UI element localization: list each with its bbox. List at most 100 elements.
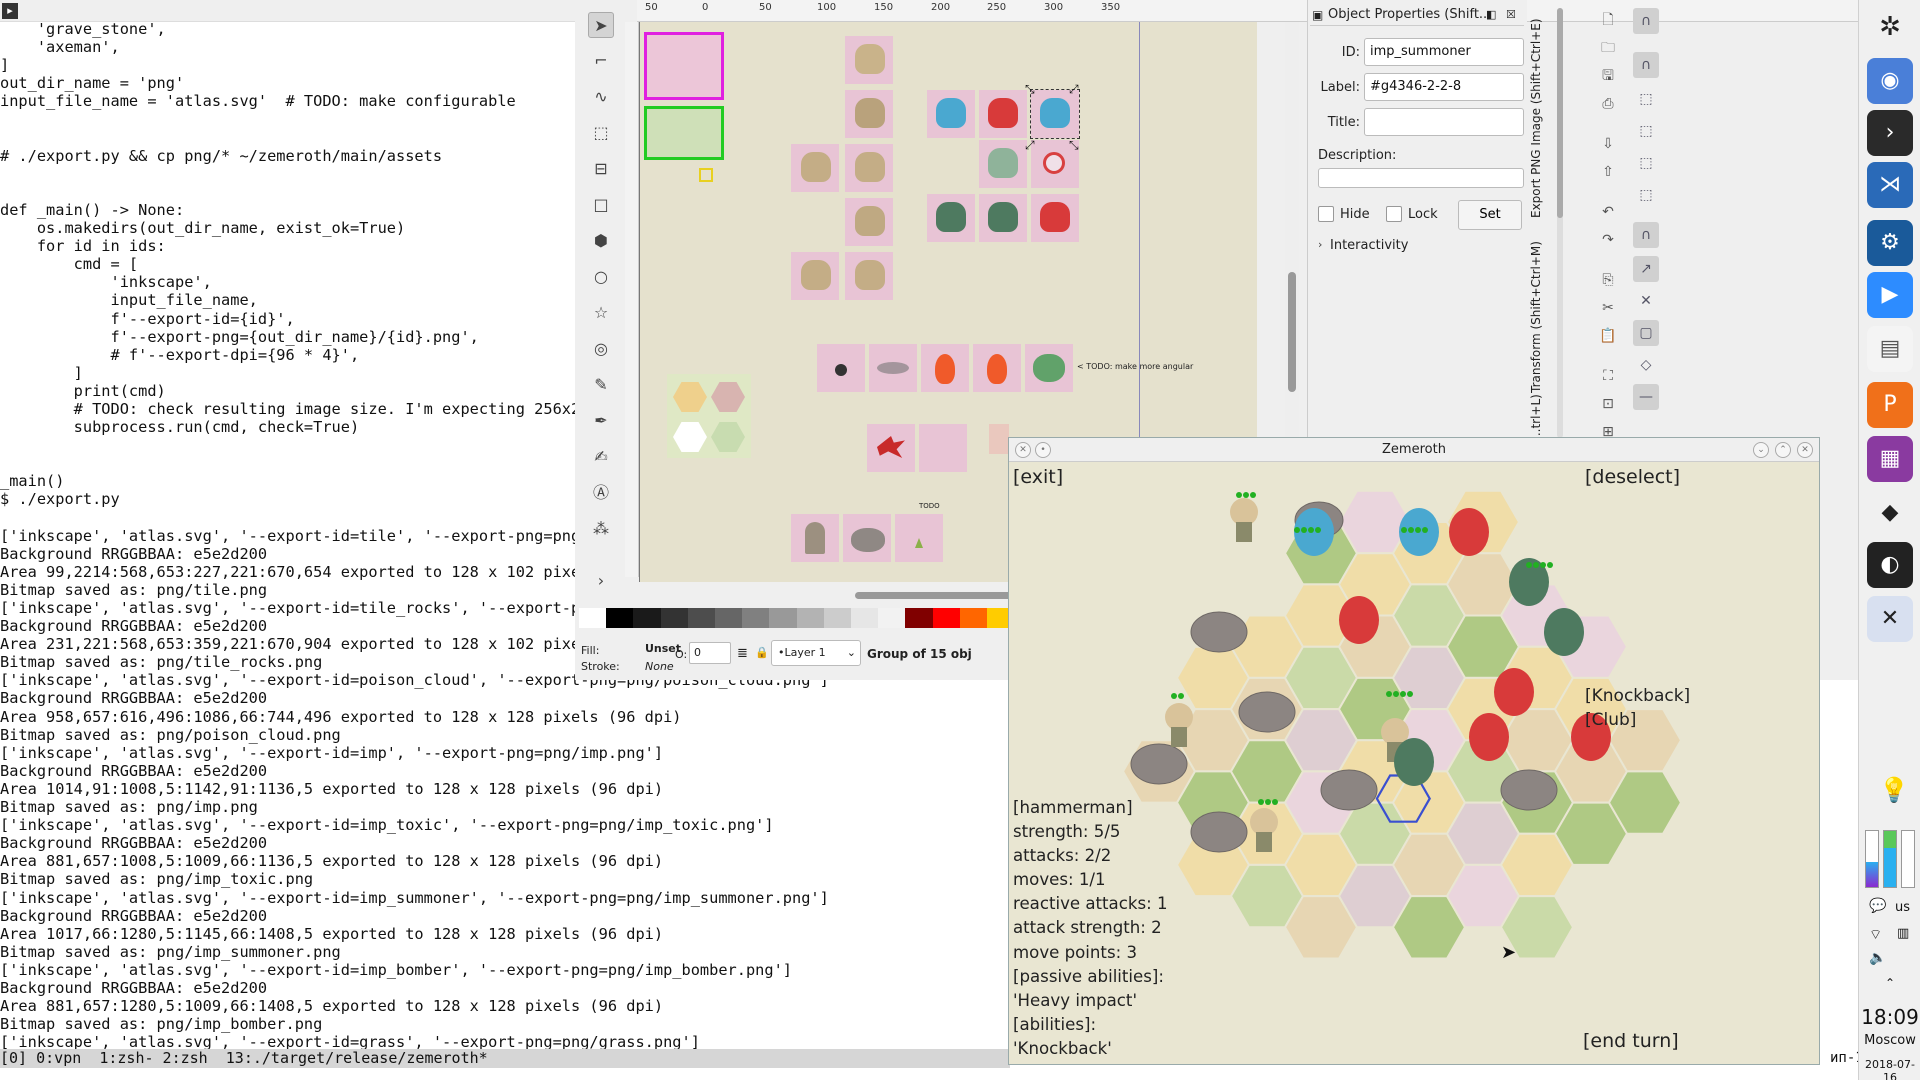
unit-imp[interactable] [1449,508,1489,556]
zoom-drawing-icon[interactable]: ⊡ [1598,394,1618,414]
paste-icon[interactable]: 📋 [1598,326,1618,346]
sprite-blood-partial[interactable] [919,424,967,472]
color-swatch[interactable] [606,608,634,628]
sprite-hammerman[interactable] [845,90,893,138]
sprite-spearman[interactable] [845,144,893,192]
sprite-imp-summoner[interactable] [927,90,975,138]
node-tool-icon[interactable]: ⌐ [588,48,614,74]
copy-icon[interactable]: ⎘ [1598,270,1618,290]
export-icon[interactable]: ⇧ [1598,162,1618,182]
snap-nodes-icon[interactable]: ∩ [1633,222,1659,248]
color-swatch[interactable] [660,608,688,628]
app-launcher-icon[interactable]: ✲ [1867,4,1913,50]
print-icon[interactable]: ⎙ [1598,94,1618,114]
small-marker[interactable] [699,168,713,182]
terminal-icon[interactable]: › [1867,110,1913,156]
snap-bbox-icon[interactable]: ∩ [1633,52,1659,78]
unit-imp-toxic[interactable] [1394,738,1434,786]
video-player-icon[interactable]: ▦ [1867,436,1913,482]
measure-tool-icon[interactable]: ⊟ [588,156,614,182]
sprite-poison-cloud[interactable] [1025,344,1073,392]
clipboard-icon[interactable]: ▥ [1897,926,1909,941]
sprite-swordsman[interactable] [845,36,893,84]
title-field[interactable] [1364,108,1524,136]
sprite-spearman[interactable] [791,144,839,192]
pencil-tool-icon[interactable]: ✎ [588,372,614,398]
rectangle-tool-icon[interactable]: □ [588,192,614,218]
close-icon[interactable]: ▸ [2,3,18,19]
color-swatch[interactable] [878,608,906,628]
import-icon[interactable]: ⇩ [1598,134,1618,154]
unit-imp-summoner[interactable] [1294,508,1334,556]
unit-imp[interactable] [1469,713,1509,761]
maximize-icon[interactable]: ⌃ [1775,442,1791,458]
sprite-imp[interactable] [979,90,1027,138]
end-turn-button[interactable]: [end turn] [1583,1030,1679,1052]
tweak-tool-icon[interactable]: ∿ [588,84,614,110]
snap-bbox-edges-icon[interactable]: ⬚ [1633,86,1659,112]
sprite-alchemist[interactable] [845,198,893,246]
unit-imp[interactable] [1339,596,1379,644]
game-board-area[interactable]: [exit] [deselect] [end turn] [Knockback]… [1009,462,1819,1064]
color-swatch[interactable] [932,608,960,628]
text-editor-icon[interactable]: ▤ [1867,326,1913,372]
color-swatch[interactable] [769,608,797,628]
color-swatch[interactable] [959,608,988,628]
resize-handle-icon[interactable]: ⤢ [1069,82,1079,97]
minimize-icon[interactable]: ⌄ [1753,442,1769,458]
volume-icon[interactable]: 🔈 [1869,950,1886,966]
wifi-icon[interactable]: ⌔ [1869,926,1882,944]
sprite-grass[interactable] [895,514,943,562]
pidgin-icon[interactable]: P [1867,382,1913,428]
close-icon[interactable]: ☒ [1506,4,1516,26]
chevron-up-icon[interactable]: ⌃ [1885,976,1895,990]
exit-button[interactable]: [exit] [1013,466,1063,488]
color-swatch[interactable] [579,608,607,628]
sprite-imp-toxic[interactable] [927,194,975,242]
color-swatch[interactable] [742,608,770,628]
chat-icon[interactable]: 💬 [1869,898,1886,914]
sprite-fire[interactable] [921,344,969,392]
knockback-ability-button[interactable]: [Knockback] [1585,686,1690,706]
color-swatch[interactable] [687,608,716,628]
snap-smooth-icon[interactable]: ◇ [1633,352,1659,378]
pen-tool-icon[interactable]: ✒ [588,408,614,434]
spray-tool-icon[interactable]: ⁂ [588,516,614,542]
resize-handle-icon[interactable]: ⤡ [1025,82,1035,97]
chevron-right-icon[interactable]: › [1318,238,1322,251]
snap-toggle-icon[interactable]: ∩ [1633,8,1659,34]
sprite-imp-summoner-selected[interactable] [1030,89,1080,139]
zoom-icon[interactable]: ▶ [1867,272,1913,318]
new-document-icon[interactable]: 🗋 [1598,10,1618,30]
snap-midpoints-icon[interactable]: — [1633,384,1659,410]
layer-select[interactable]: •Layer 1 ⌄ [771,640,861,666]
zemeroth-window[interactable]: ✕ • Zemeroth ⌄ ⌃ ✕ [exit] [deselect] [en… [1008,437,1820,1065]
interactivity-expander[interactable]: Interactivity [1330,238,1408,253]
tab-transform[interactable]: Transform (Shift+Ctrl+M) [1529,228,1543,393]
stroke-value[interactable]: None [645,660,674,673]
dock-scrollbar[interactable] [1557,8,1563,438]
keyboard-layout-indicator[interactable]: us [1895,900,1910,915]
vscode-icon[interactable]: ⋊ [1867,162,1913,208]
zoom-selection-icon[interactable]: ⛶ [1598,366,1618,386]
sprite-blood[interactable] [867,424,915,472]
sprite-axeman[interactable] [791,252,839,300]
color-swatch[interactable] [823,608,852,628]
dock-icon[interactable]: ◧ [1486,4,1496,26]
set-button[interactable]: Set [1458,200,1522,230]
sprite-axeman[interactable] [845,252,893,300]
ellipse-tool-icon[interactable]: ○ [588,264,614,290]
color-swatch[interactable] [796,608,824,628]
id-field[interactable]: imp_summoner [1364,38,1524,66]
sprite-bomb[interactable] [817,344,865,392]
x-app-icon[interactable]: ✕ [1867,596,1913,642]
snap-bbox-centers-icon[interactable]: ⬚ [1633,182,1659,208]
calligraphy-tool-icon[interactable]: ✍ [588,444,614,470]
zoom-tool-icon[interactable]: ⬚ [588,120,614,146]
text-tool-icon[interactable]: Ⓐ [588,480,614,506]
close-icon[interactable]: ✕ [1015,442,1031,458]
snap-cusp-icon[interactable]: ▢ [1633,320,1659,346]
color-swatch[interactable] [905,608,933,628]
sprite-fire[interactable] [973,344,1021,392]
snap-intersections-icon[interactable]: ✕ [1633,288,1659,314]
